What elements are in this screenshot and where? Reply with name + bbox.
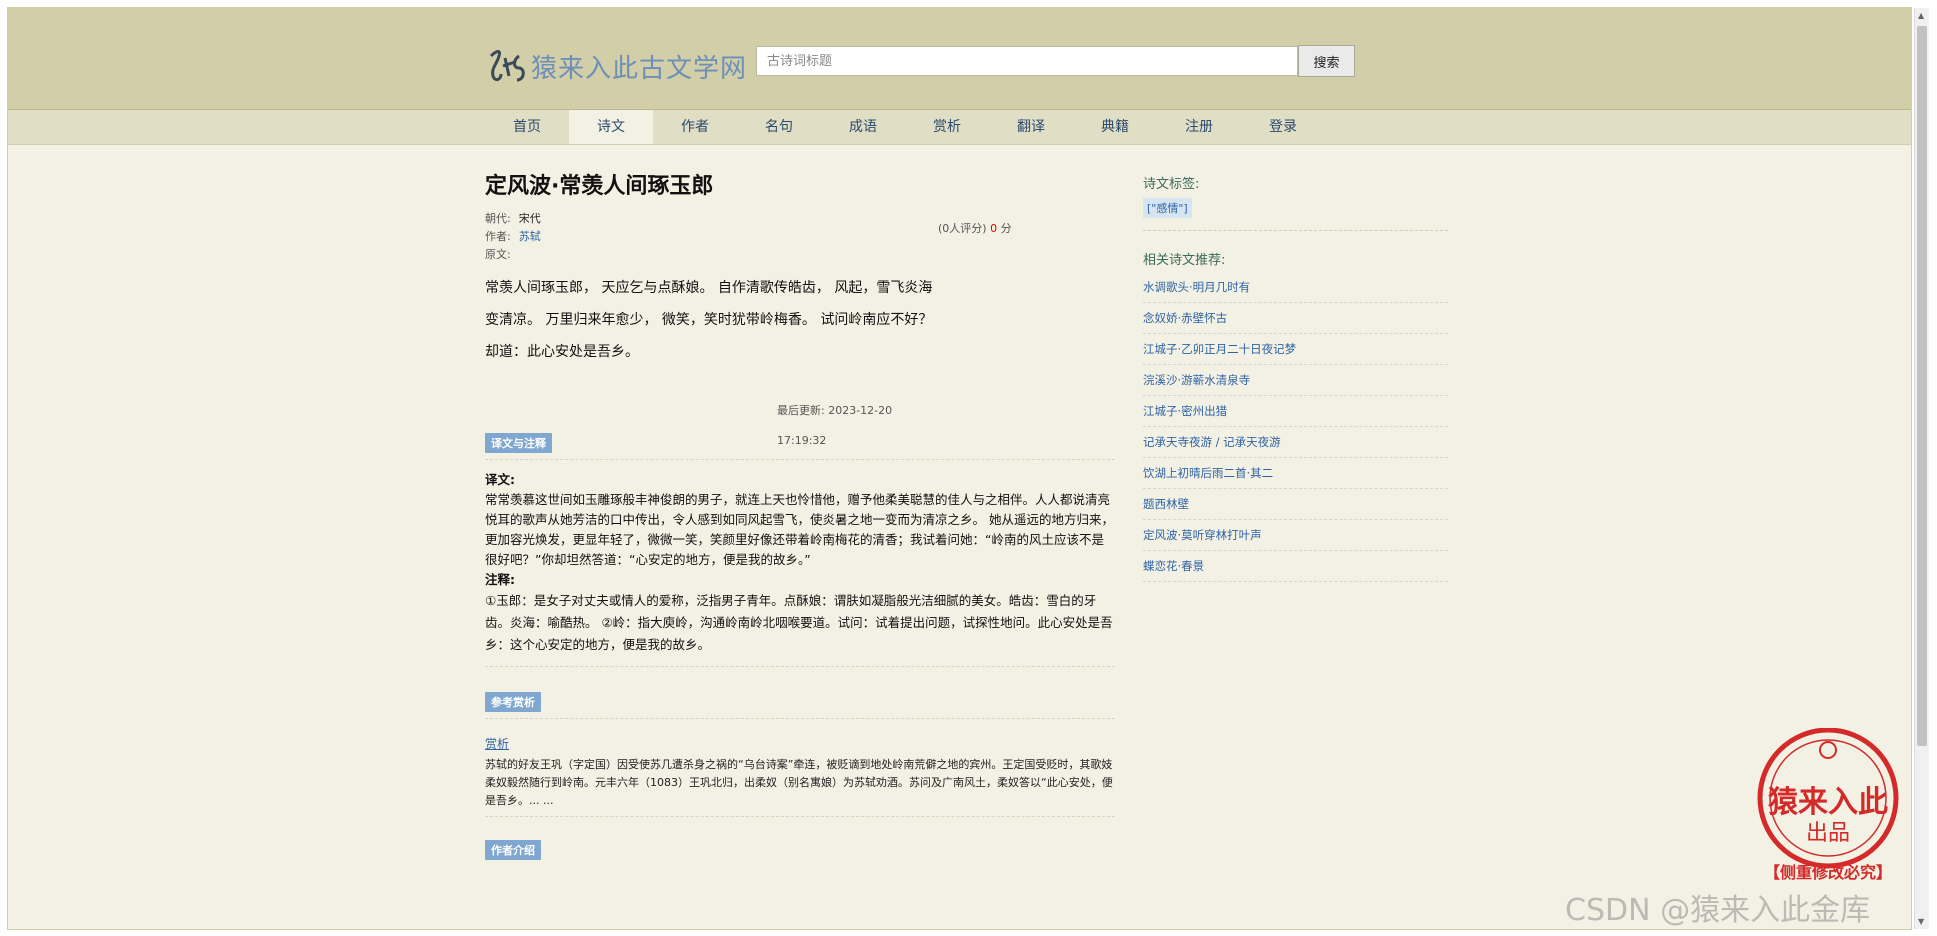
divider <box>1143 230 1448 231</box>
recommend-item[interactable]: 饮湖上初晴后雨二首·其二 <box>1143 458 1448 489</box>
poem-title: 定风波·常羡人间琢玉郎 <box>485 174 714 199</box>
nav-poems[interactable]: 诗文 <box>569 110 653 144</box>
translation-tag: 译文与注释 <box>485 433 552 453</box>
poem-detail: 定风波·常羡人间琢玉郎 朝代: 宋代 作者: 苏轼 原文: (0人评分) 0 分 常… <box>485 153 1115 860</box>
notes-heading: 注释: <box>485 572 515 587</box>
divider <box>485 816 1115 817</box>
appreciation-tag: 参考赏析 <box>485 692 541 712</box>
appreciation-text: 苏轼的好友王巩（字定国）因受使苏几遭杀身之祸的“乌台诗案”牵连，被贬谪到地处岭南… <box>485 758 1113 807</box>
nav-quotes[interactable]: 名句 <box>737 110 821 144</box>
divider <box>485 718 1115 719</box>
original-label: 原文: <box>485 248 511 261</box>
updated-time: 17:19:32 <box>777 434 827 447</box>
updated-date: 最后更新: 2023-12-20 <box>777 404 893 417</box>
search-button[interactable]: 搜索 <box>1298 45 1355 77</box>
sidebar: 诗文标签: ["感情"] 相关诗文推荐: 水调歌头·明月几时有 念奴娇·赤壁怀古… <box>1143 153 1448 582</box>
recommend-item[interactable]: 记承天寺夜游 / 记承天夜游 <box>1143 427 1448 458</box>
dynasty-value: 宋代 <box>518 212 541 225</box>
last-updated: 最后更新: 2023-12-20 17:19:32 <box>777 396 907 456</box>
stamp-sub: 出品 <box>1806 821 1850 846</box>
recommend-item[interactable]: 题西林壁 <box>1143 489 1448 520</box>
recommend-item[interactable]: 蝶恋花·春景 <box>1143 551 1448 582</box>
nav-home[interactable]: 首页 <box>485 110 569 144</box>
nav-classics[interactable]: 典籍 <box>1073 110 1157 144</box>
recommend-item[interactable]: 江城子·密州出猎 <box>1143 396 1448 427</box>
scroll-up-icon[interactable]: ▲ <box>1918 11 1924 20</box>
main-nav: 首页 诗文 作者 名句 成语 赏析 翻译 典籍 注册 登录 <box>8 110 1911 145</box>
browser-page: 猿来入此古文学网 搜索 首页 诗文 作者 名句 成语 赏析 翻译 典籍 注册 登… <box>7 7 1912 930</box>
translation-section: 译文: 常常羡慕这世间如玉雕琢般丰神俊朗的男子，就连上天也怜惜他，赠予他柔美聪慧… <box>485 470 1115 656</box>
poem-tag[interactable]: ["感情"] <box>1143 198 1192 218</box>
divider <box>485 666 1115 667</box>
translation-heading: 译文: <box>485 472 515 487</box>
recommend-item[interactable]: 浣溪沙·游蕲水清泉寺 <box>1143 365 1448 396</box>
rating-count: (0人评分) <box>938 222 987 235</box>
recommend-item[interactable]: 水调歌头·明月几时有 <box>1143 272 1448 303</box>
author-label: 作者: <box>485 230 511 243</box>
vertical-scrollbar[interactable]: ▲ ▼ <box>1914 8 1929 929</box>
nav-register[interactable]: 注册 <box>1157 110 1241 144</box>
recommend-title: 相关诗文推荐: <box>1143 253 1226 268</box>
search-input[interactable] <box>756 46 1298 76</box>
seal-stamp: 猿来入此 出品 【侧重修改必究】 <box>1757 728 1899 882</box>
nav-translation[interactable]: 翻译 <box>989 110 1073 144</box>
author-link[interactable]: 苏轼 <box>519 230 541 243</box>
nav-idioms[interactable]: 成语 <box>821 110 905 144</box>
dynasty-label: 朝代: <box>485 212 511 225</box>
site-logo[interactable]: 猿来入此古文学网 <box>485 46 747 86</box>
site-title: 猿来入此古文学网 <box>531 53 748 84</box>
poem-meta: 朝代: 宋代 作者: 苏轼 原文: <box>485 210 1115 264</box>
site-header: 猿来入此古文学网 搜索 <box>8 8 1911 110</box>
scroll-thumb[interactable] <box>1917 26 1927 746</box>
tags-title: 诗文标签: <box>1143 177 1200 192</box>
author-intro-tag: 作者介绍 <box>485 840 541 860</box>
stamp-banner: 【侧重修改必究】 <box>1764 863 1892 882</box>
rating-score: 0 <box>990 222 998 235</box>
stamp-text: 猿来入此 <box>1768 785 1888 820</box>
csdn-watermark: CSDN @猿来入此金库 <box>1565 893 1871 928</box>
notes-text: ①玉郎：是女子对丈夫或情人的爱称，泛指男子青年。点酥娘：谓肤如凝脂般光洁细腻的美… <box>485 593 1113 652</box>
rating: (0人评分) 0 分 <box>938 220 1012 236</box>
appreciation-link[interactable]: 赏析 <box>485 737 509 751</box>
poem-text: 常羡人间琢玉郎， 天应乞与点酥娘。 自作清歌传皓齿， 风起，雪飞炎海变清凉。 万… <box>485 280 933 360</box>
divider <box>485 459 1115 460</box>
nav-appreciation[interactable]: 赏析 <box>905 110 989 144</box>
logo-icon <box>489 50 525 82</box>
recommend-item[interactable]: 定风波·莫听穿林打叶声 <box>1143 520 1448 551</box>
rating-unit: 分 <box>1000 222 1012 235</box>
recommend-item[interactable]: 念奴娇·赤壁怀古 <box>1143 303 1448 334</box>
nav-authors[interactable]: 作者 <box>653 110 737 144</box>
recommend-list: 水调歌头·明月几时有 念奴娇·赤壁怀古 江城子·乙卯正月二十日夜记梦 浣溪沙·游… <box>1143 272 1448 582</box>
scroll-down-icon[interactable]: ▼ <box>1918 917 1924 926</box>
nav-login[interactable]: 登录 <box>1241 110 1325 144</box>
translation-text: 常常羡慕这世间如玉雕琢般丰神俊朗的男子，就连上天也怜惜他，赠予他柔美聪慧的佳人与… <box>485 492 1114 567</box>
recommend-item[interactable]: 江城子·乙卯正月二十日夜记梦 <box>1143 334 1448 365</box>
